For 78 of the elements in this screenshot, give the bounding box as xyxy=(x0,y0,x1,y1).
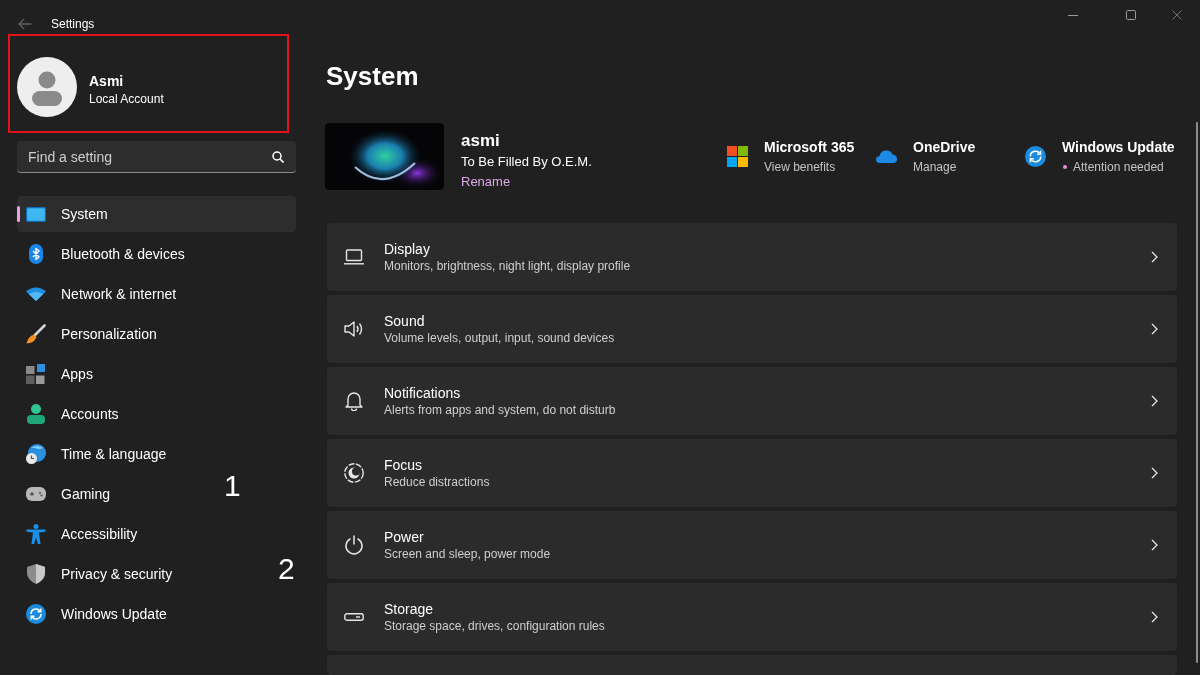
sync-arrows-icon xyxy=(1025,146,1046,167)
accessibility-figure-icon xyxy=(26,524,46,544)
sidebar-item[interactable]: System xyxy=(17,196,296,232)
profile-name: Asmi xyxy=(89,71,125,90)
settings-card[interactable]: Focus Reduce distractions xyxy=(327,439,1177,507)
gamepad-icon xyxy=(26,487,46,501)
user-avatar-icon xyxy=(17,56,77,117)
quick-link-subtitle: Manage xyxy=(913,159,957,175)
monitor-icon xyxy=(26,206,46,222)
setting-description: Reduce distractions xyxy=(384,474,490,490)
laptop-icon xyxy=(344,249,364,265)
minimize-icon xyxy=(1068,14,1078,16)
sidebar-item[interactable]: Time & language xyxy=(17,436,296,472)
speaker-icon xyxy=(344,320,364,338)
chevron-right-icon xyxy=(1151,323,1158,335)
settings-card[interactable]: Sound Volume levels, output, input, sound devices xyxy=(327,295,1177,363)
chevron-right-icon xyxy=(1151,611,1158,623)
setting-title: Display xyxy=(384,240,431,258)
person-icon xyxy=(27,404,45,424)
setting-description: Storage space, drives, configuration rules xyxy=(384,618,605,634)
setting-title: Storage xyxy=(384,600,435,618)
sidebar-item[interactable]: Personalization xyxy=(17,316,296,352)
search-icon xyxy=(272,151,284,163)
chevron-right-icon xyxy=(1151,467,1158,479)
setting-title: Notifications xyxy=(384,384,462,402)
sidebar-item[interactable]: Network & internet xyxy=(17,276,296,312)
setting-title: Focus xyxy=(384,456,424,474)
selection-indicator xyxy=(17,206,20,222)
sync-arrows-icon xyxy=(26,604,46,624)
chevron-right-icon xyxy=(1151,539,1158,551)
setting-title: Sound xyxy=(384,312,426,330)
page-title: System xyxy=(326,60,419,93)
close-icon xyxy=(1172,10,1182,20)
four-squares-icon xyxy=(727,146,748,167)
chevron-right-icon xyxy=(1151,251,1158,263)
device-model: To Be Filled By O.E.M. xyxy=(461,153,592,171)
quick-link-title[interactable]: Microsoft 365 xyxy=(764,138,855,156)
quick-link-subtitle: Attention needed xyxy=(1073,159,1164,175)
maximize-icon xyxy=(1126,10,1136,20)
device-name: asmi xyxy=(461,131,501,151)
paintbrush-icon xyxy=(26,324,46,344)
globe-clock-icon xyxy=(26,444,46,464)
scrollbar[interactable] xyxy=(1196,122,1198,663)
squares-grid-icon xyxy=(26,364,46,384)
annotation-number: 2 xyxy=(278,554,295,584)
quick-link-title[interactable]: OneDrive xyxy=(913,138,976,156)
setting-description: Volume levels, output, input, sound devices xyxy=(384,330,615,346)
window-title: Settings xyxy=(51,16,95,32)
crescent-moon-icon xyxy=(344,463,364,483)
power-icon xyxy=(344,535,364,555)
quick-link-subtitle: View benefits xyxy=(764,159,836,175)
settings-card[interactable]: Storage Storage space, drives, configuration rules xyxy=(327,583,1177,651)
chevron-right-icon xyxy=(1151,395,1158,407)
rename-link[interactable]: Rename xyxy=(461,173,511,191)
sidebar-item[interactable]: Accessibility xyxy=(17,516,296,552)
setting-description: Monitors, brightness, night light, display profile xyxy=(384,258,631,274)
sidebar-item[interactable]: Windows Update xyxy=(17,596,296,632)
profile-card[interactable]: Asmi Local Account xyxy=(8,34,289,133)
setting-description: Screen and sleep, power mode xyxy=(384,546,551,562)
setting-description: Alerts from apps and system, do not disturb xyxy=(384,402,616,418)
quick-link-title[interactable]: Windows Update xyxy=(1062,138,1175,156)
back-arrow-icon xyxy=(17,18,32,30)
shield-icon xyxy=(27,564,45,584)
sidebar-item[interactable]: Privacy & security 2 xyxy=(17,556,296,592)
bell-icon xyxy=(345,391,363,411)
sidebar-item[interactable]: Apps xyxy=(17,356,296,392)
search-field[interactable]: Find a setting xyxy=(17,141,296,173)
storage-drive-icon xyxy=(344,613,364,621)
settings-card[interactable]: Power Screen and sleep, power mode xyxy=(327,511,1177,579)
bluetooth-icon xyxy=(29,244,43,264)
account-type: Local Account xyxy=(89,90,164,107)
cloud-icon xyxy=(876,150,897,163)
settings-card[interactable]: Notifications Alerts from apps and system, do not disturb xyxy=(327,367,1177,435)
sidebar-item[interactable]: Bluetooth & devices xyxy=(17,236,296,272)
settings-card[interactable]: Display Monitors, brightness, night light, display profile xyxy=(327,223,1177,291)
sidebar-item[interactable]: Accounts xyxy=(17,396,296,432)
setting-title: Power xyxy=(384,528,425,546)
wifi-icon xyxy=(26,287,46,301)
